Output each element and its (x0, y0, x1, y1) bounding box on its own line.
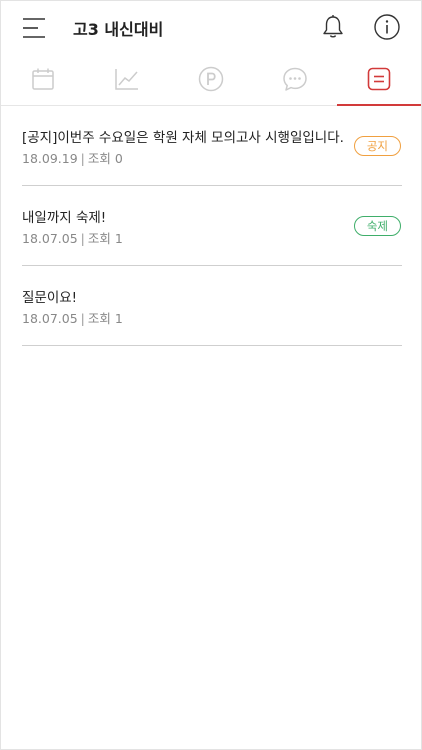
info-icon (374, 14, 400, 40)
post-date: 18.07.05 (22, 231, 78, 246)
post-date: 18.09.19 (22, 151, 78, 166)
post-title: [공지]이번주 수요일은 학원 자체 모의고사 시행일입니다. (22, 130, 344, 146)
notification-button[interactable] (320, 14, 346, 40)
tab-chat[interactable] (253, 53, 337, 105)
post-date: 18.07.05 (22, 311, 78, 326)
post-item[interactable]: 내일까지 숙제! 18.07.05 | 조회 1 숙제 (22, 186, 402, 266)
meta-separator: | (80, 151, 85, 166)
tab-point[interactable] (169, 53, 253, 105)
post-title: 질문이요! (22, 290, 78, 306)
meta-separator: | (80, 311, 85, 326)
notice-badge: 공지 (353, 136, 401, 156)
post-meta: 18.09.19 | 조회 0 (22, 148, 123, 167)
calendar-icon (32, 68, 54, 90)
chat-bubble-icon (283, 67, 307, 91)
line-chart-icon (115, 69, 138, 90)
bell-icon (323, 15, 343, 38)
tab-calendar[interactable] (1, 53, 85, 105)
homework-badge: 숙제 (353, 216, 401, 236)
post-views: 조회 1 (87, 311, 123, 326)
point-p-icon (198, 66, 224, 92)
board-list-icon (367, 67, 391, 91)
hamburger-menu-icon (23, 18, 45, 38)
info-button[interactable] (373, 13, 401, 41)
app-screen: 고3 내신대비 [공지]이번주 수요일은 학원 자체 모의고사 시행일입니다. … (0, 0, 422, 750)
meta-separator: | (80, 231, 85, 246)
post-item[interactable]: 질문이요! 18.07.05 | 조회 1 (22, 266, 402, 346)
post-meta: 18.07.05 | 조회 1 (22, 228, 123, 247)
tab-board[interactable] (337, 53, 421, 106)
post-meta: 18.07.05 | 조회 1 (22, 308, 123, 327)
menu-button[interactable] (21, 15, 47, 41)
post-views: 조회 1 (87, 231, 123, 246)
post-list: [공지]이번주 수요일은 학원 자체 모의고사 시행일입니다. 18.09.19… (22, 106, 402, 346)
post-views: 조회 0 (87, 151, 123, 166)
tab-bar (1, 53, 421, 106)
post-item[interactable]: [공지]이번주 수요일은 학원 자체 모의고사 시행일입니다. 18.09.19… (22, 106, 402, 186)
post-title: 내일까지 숙제! (22, 210, 107, 226)
app-bar: 고3 내신대비 (1, 1, 421, 53)
tab-chart[interactable] (85, 53, 169, 105)
page-title: 고3 내신대비 (73, 20, 164, 39)
